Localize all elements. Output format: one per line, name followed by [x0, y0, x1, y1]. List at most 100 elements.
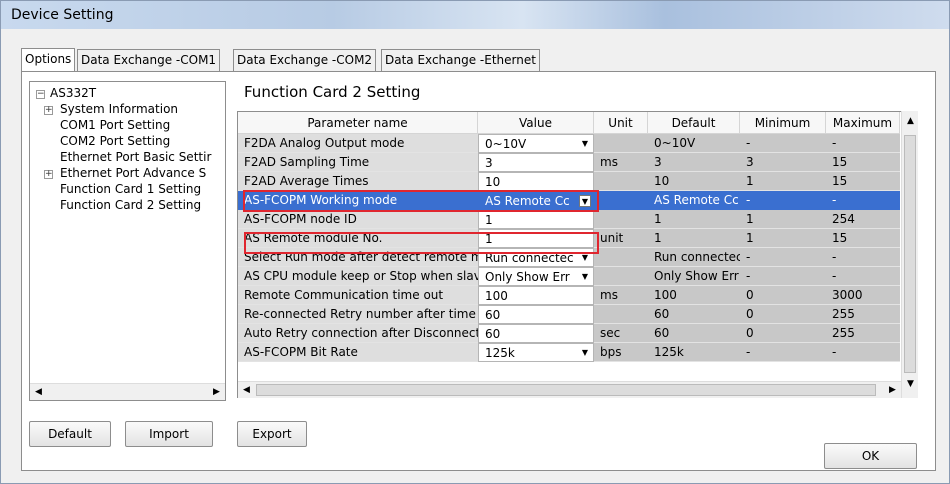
maximum-cell: - [826, 248, 900, 267]
default-cell: AS Remote Cc [648, 191, 740, 210]
scroll-right-icon[interactable]: ▶ [884, 383, 901, 398]
table-row[interactable]: Re-connected Retry number after time o 60… [238, 305, 900, 324]
tab-options[interactable]: Options [21, 48, 76, 72]
dropdown-arrow-icon[interactable]: ▼ [579, 347, 591, 359]
import-button[interactable]: Import [125, 421, 213, 447]
minimum-cell-text: - [746, 345, 751, 359]
minimum-cell-text: 1 [746, 174, 754, 188]
vertical-scroll-thumb[interactable] [904, 135, 916, 373]
scroll-left-icon[interactable]: ◀ [238, 383, 255, 398]
header-default[interactable]: Default [648, 112, 740, 134]
table-row[interactable]: AS-FCOPM Bit Rate 125k ▼ bps 125k - - [238, 343, 900, 362]
horizontal-scroll-thumb[interactable] [256, 384, 876, 396]
value-cell[interactable]: 60 [478, 324, 594, 343]
unit-cell-text: ms [600, 288, 618, 302]
value-cell[interactable]: 1 [478, 229, 594, 248]
table-row[interactable]: AS CPU module keep or Stop when slav Only… [238, 267, 900, 286]
scroll-right-icon[interactable]: ▶ [208, 385, 225, 400]
header-value[interactable]: Value [478, 112, 594, 134]
default-cell-text: Run connectec [654, 250, 740, 264]
maximum-cell-text: 255 [832, 326, 855, 340]
table-row[interactable]: Select Run mode after detect remote mo Ru… [238, 248, 900, 267]
tab-data-exchange-com1[interactable]: Data Exchange -COM1 [77, 49, 221, 71]
tree-item-function-card-2[interactable]: Function Card 2 Setting [60, 198, 201, 212]
maximum-cell: 255 [826, 324, 900, 343]
maximum-cell: 15 [826, 229, 900, 248]
unit-cell: ms [594, 153, 648, 172]
header-parameter-name[interactable]: Parameter name [238, 112, 478, 134]
value-cell[interactable]: Run connectec ▼ [478, 248, 594, 267]
value-cell[interactable]: 10 [478, 172, 594, 191]
settings-tree[interactable]: − AS332T + System Information COM1 Port … [29, 81, 226, 401]
maximum-cell: 3000 [826, 286, 900, 305]
table-row[interactable]: AS Remote module No. 1 unit 1 1 15 [238, 229, 900, 248]
value-cell[interactable]: 60 [478, 305, 594, 324]
param-name-cell-text: Auto Retry connection after Disconnecte [244, 326, 478, 340]
header-maximum[interactable]: Maximum [826, 112, 900, 134]
scroll-left-icon[interactable]: ◀ [30, 385, 47, 400]
default-cell-text: 1 [654, 231, 662, 245]
table-row[interactable]: AS-FCOPM Working mode AS Remote Cc ▼ AS Rem… [238, 191, 900, 210]
minimum-cell: - [740, 134, 826, 153]
grid-horizontal-scrollbar[interactable]: ◀ ▶ [238, 381, 901, 398]
table-row[interactable]: F2AD Sampling Time 3 ms 3 3 15 [238, 153, 900, 172]
default-cell-text: 3 [654, 155, 662, 169]
value-cell-text: 1 [485, 232, 493, 246]
table-row[interactable]: Auto Retry connection after Disconnecte 6… [238, 324, 900, 343]
unit-cell: sec [594, 324, 648, 343]
tree-item-system-information[interactable]: System Information [60, 102, 178, 116]
title-bar[interactable]: Device Setting [1, 1, 949, 29]
header-unit[interactable]: Unit [594, 112, 648, 134]
dropdown-arrow-icon[interactable]: ▼ [579, 252, 591, 264]
value-cell[interactable]: AS Remote Cc ▼ [478, 191, 594, 210]
dropdown-arrow-icon[interactable]: ▼ [579, 195, 591, 207]
value-cell[interactable]: 0~10V ▼ [478, 134, 594, 153]
value-cell-text: 3 [485, 156, 493, 170]
export-button[interactable]: Export [237, 421, 307, 447]
tab-data-exchange-ethernet[interactable]: Data Exchange -Ethernet [381, 49, 540, 71]
value-cell[interactable]: 125k ▼ [478, 343, 594, 362]
collapse-icon[interactable]: − [36, 90, 45, 99]
tree-item-ethernet-basic[interactable]: Ethernet Port Basic Settir [60, 150, 211, 164]
param-name-cell-text: AS-FCOPM Working mode [244, 193, 398, 207]
expand-icon[interactable]: + [44, 106, 53, 115]
dropdown-arrow-icon[interactable]: ▼ [579, 138, 591, 150]
param-name-cell-text: AS Remote module No. [244, 231, 383, 245]
table-row[interactable]: Remote Communication time out 100 ms 100 0 30… [238, 286, 900, 305]
table-row[interactable]: F2DA Analog Output mode 0~10V ▼ 0~10V - - [238, 134, 900, 153]
ok-button[interactable]: OK [824, 443, 917, 469]
default-cell: 60 [648, 305, 740, 324]
tree-root[interactable]: AS332T [50, 86, 96, 100]
table-row[interactable]: AS-FCOPM node ID 1 1 1 254 [238, 210, 900, 229]
minimum-cell: - [740, 191, 826, 210]
tree-item-function-card-1[interactable]: Function Card 1 Setting [60, 182, 201, 196]
minimum-cell: 0 [740, 305, 826, 324]
tree-item-ethernet-advance[interactable]: Ethernet Port Advance S [60, 166, 206, 180]
default-cell-text: 1 [654, 212, 662, 226]
minimum-cell-text: - [746, 193, 751, 207]
tree-item-com1-port-setting[interactable]: COM1 Port Setting [60, 118, 170, 132]
minimum-cell: 0 [740, 324, 826, 343]
tree-item-com2-port-setting[interactable]: COM2 Port Setting [60, 134, 170, 148]
header-minimum[interactable]: Minimum [740, 112, 826, 134]
window-title: Device Setting [11, 7, 114, 23]
default-cell-text: 125k [654, 345, 684, 359]
expand-icon[interactable]: + [44, 170, 53, 179]
grid-vertical-scrollbar[interactable]: ▲ ▼ [901, 111, 918, 398]
default-button[interactable]: Default [29, 421, 111, 447]
value-cell[interactable]: 100 [478, 286, 594, 305]
scroll-down-icon[interactable]: ▼ [902, 377, 919, 392]
table-row[interactable]: F2AD Average Times 10 10 1 15 [238, 172, 900, 191]
value-cell[interactable]: 3 [478, 153, 594, 172]
value-cell-text: 0~10V [485, 137, 527, 151]
param-name-cell: F2DA Analog Output mode [238, 134, 478, 153]
tree-horizontal-scrollbar[interactable]: ◀ ▶ [30, 383, 225, 400]
param-name-cell: F2AD Sampling Time [238, 153, 478, 172]
value-cell[interactable]: 1 [478, 210, 594, 229]
value-cell-text: 1 [485, 213, 493, 227]
param-name-cell-text: Remote Communication time out [244, 288, 444, 302]
dropdown-arrow-icon[interactable]: ▼ [579, 271, 591, 283]
tab-data-exchange-com2[interactable]: Data Exchange -COM2 [233, 49, 377, 71]
scroll-up-icon[interactable]: ▲ [902, 114, 919, 129]
value-cell[interactable]: Only Show Err ▼ [478, 267, 594, 286]
